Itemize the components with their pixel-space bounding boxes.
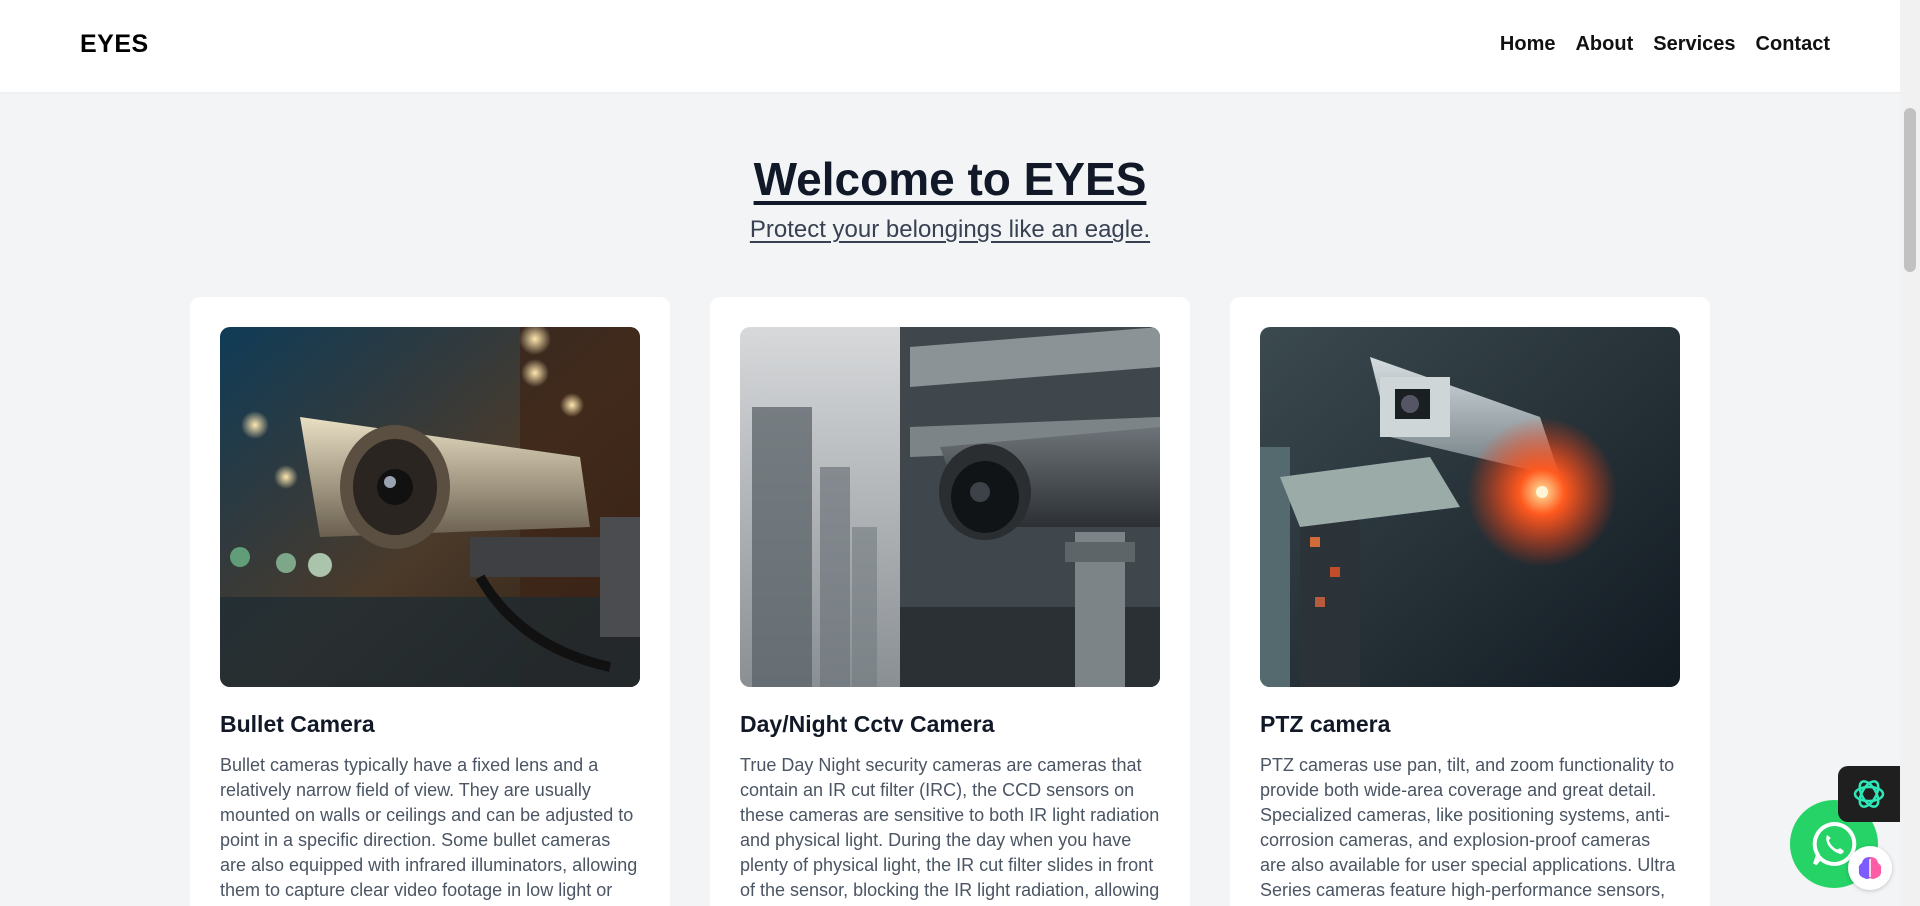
card-description: True Day Night security cameras are came…: [740, 755, 1160, 906]
hero-subtitle: Protect your belongings like an eagle.: [749, 216, 1151, 243]
bullet-camera-image: [220, 327, 640, 687]
nav-home[interactable]: Home: [1500, 33, 1556, 56]
top-navbar: EYES Home About Services Contact: [0, 0, 1900, 92]
hero-title: Welcome to EYES: [753, 153, 1147, 205]
ai-assistant-button[interactable]: [1838, 766, 1900, 822]
card-description: Bullet cameras typically have a fixed le…: [220, 755, 638, 900]
service-card-daynight: Day/Night Cctv Camera True Day Night sec…: [710, 297, 1190, 906]
nav-services[interactable]: Services: [1653, 33, 1735, 56]
daynight-camera-image: [740, 327, 1160, 687]
bullet-camera-photo-icon: [220, 327, 640, 687]
openai-icon: [1853, 780, 1885, 808]
dome-camera-photo-icon: [740, 327, 1160, 687]
brain-icon: [1858, 857, 1882, 879]
ptz-camera-image: [1260, 327, 1680, 687]
main-nav: Home About Services Contact: [1500, 33, 1830, 56]
service-card-bullet: Bullet Camera Bullet cameras typically h…: [190, 297, 670, 906]
page-scrollbar[interactable]: [1900, 0, 1920, 906]
card-title: Bullet Camera: [220, 711, 375, 737]
scrollbar-thumb[interactable]: [1904, 108, 1916, 272]
card-description: PTZ cameras use pan, tilt, and zoom func…: [1260, 755, 1676, 906]
brain-assistant-button[interactable]: [1848, 846, 1892, 890]
nav-contact[interactable]: Contact: [1756, 33, 1830, 56]
brand-logo[interactable]: EYES: [80, 30, 149, 59]
card-title: Day/Night Cctv Camera: [740, 711, 995, 737]
service-card-ptz: PTZ camera PTZ cameras use pan, tilt, an…: [1230, 297, 1710, 906]
ptz-camera-photo-icon: [1260, 327, 1680, 687]
card-title: PTZ camera: [1260, 711, 1391, 737]
nav-about[interactable]: About: [1575, 33, 1633, 56]
